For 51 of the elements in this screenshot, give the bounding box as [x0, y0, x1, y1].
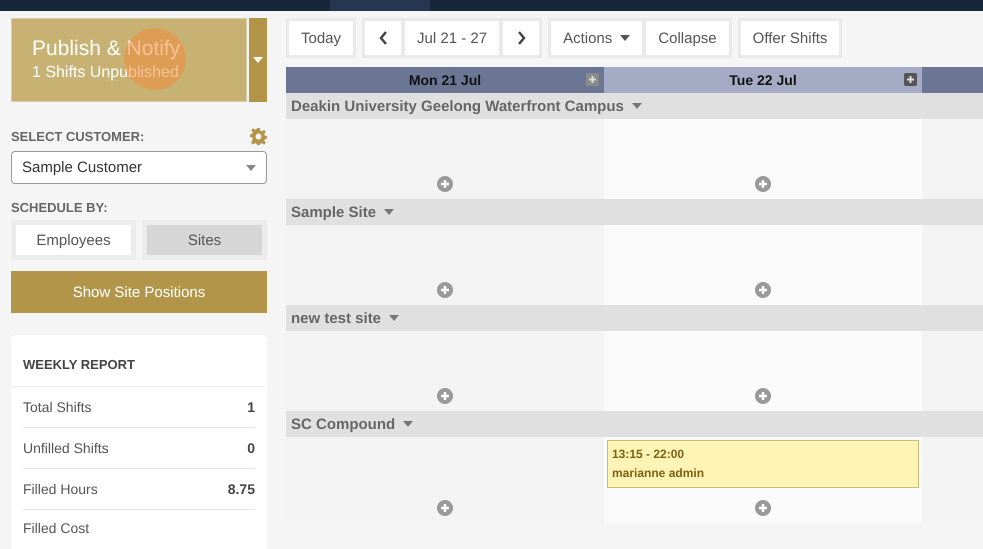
- add-icon[interactable]: [437, 176, 453, 192]
- schedule-toggle[interactable]: Employees: [16, 225, 131, 255]
- customer-select[interactable]: Sample Customer: [11, 151, 267, 184]
- add-icon[interactable]: [904, 73, 917, 86]
- report-label: Total Shifts: [23, 399, 92, 415]
- actions-button[interactable]: Actions: [551, 21, 642, 55]
- site-name[interactable]: new test site: [291, 310, 382, 326]
- schedule-by-label: SCHEDULE BY:: [11, 200, 109, 215]
- publish-dropdown-button[interactable]: [249, 18, 267, 102]
- report-label: Unfilled Shifts: [23, 440, 109, 456]
- report-value: 0: [247, 440, 255, 456]
- site-name[interactable]: SC Compound: [291, 416, 396, 432]
- chevron-right-icon: [516, 31, 526, 45]
- settings-icon[interactable]: [250, 128, 267, 145]
- chevron-left-icon: [378, 31, 388, 45]
- report-value: 8.75: [228, 481, 255, 497]
- caret-icon: [632, 103, 642, 109]
- today-button[interactable]: Today: [289, 21, 354, 55]
- collapse-button[interactable]: Collapse: [646, 21, 729, 55]
- add-icon[interactable]: [755, 282, 771, 298]
- add-icon[interactable]: [437, 388, 453, 404]
- add-icon[interactable]: [755, 500, 771, 516]
- add-icon[interactable]: [437, 500, 453, 516]
- caret-icon: [403, 421, 414, 427]
- offer-shifts-button[interactable]: Offer Shifts: [740, 21, 840, 55]
- show-positions-button[interactable]: Show Site Positions: [11, 271, 267, 313]
- caret-icon: [246, 164, 256, 170]
- next-button[interactable]: [503, 21, 540, 55]
- schedule-toggle[interactable]: Sites: [147, 225, 262, 255]
- report-label: Filled Hours: [23, 481, 98, 497]
- add-icon[interactable]: [755, 176, 771, 192]
- caret-icon: [389, 315, 400, 321]
- add-icon[interactable]: [755, 388, 771, 404]
- shift-card[interactable]: 13:15 - 22:00 marianne admin: [607, 440, 919, 488]
- report-value: 1: [247, 399, 255, 415]
- caret-icon: [253, 57, 263, 63]
- shift-employee: marianne admin: [612, 465, 706, 482]
- report-label: Filled Cost: [23, 520, 90, 536]
- date-range-button[interactable]: Jul 21 - 27: [405, 21, 500, 55]
- caret-icon: [620, 35, 630, 41]
- select-customer-label: SELECT CUSTOMER:: [11, 129, 144, 144]
- add-icon[interactable]: [437, 282, 453, 298]
- day-header: Tue 22 Jul: [604, 67, 922, 93]
- caret-icon: [384, 209, 394, 215]
- report-title: WEEKLY REPORT: [23, 357, 135, 372]
- previous-button[interactable]: [365, 21, 402, 55]
- add-icon[interactable]: [586, 73, 599, 86]
- shift-time: 13:15 - 22:00: [612, 446, 686, 463]
- day-header: [922, 67, 983, 93]
- day-header: Mon 21 Jul: [286, 67, 604, 93]
- site-name[interactable]: Sample Site: [291, 204, 376, 220]
